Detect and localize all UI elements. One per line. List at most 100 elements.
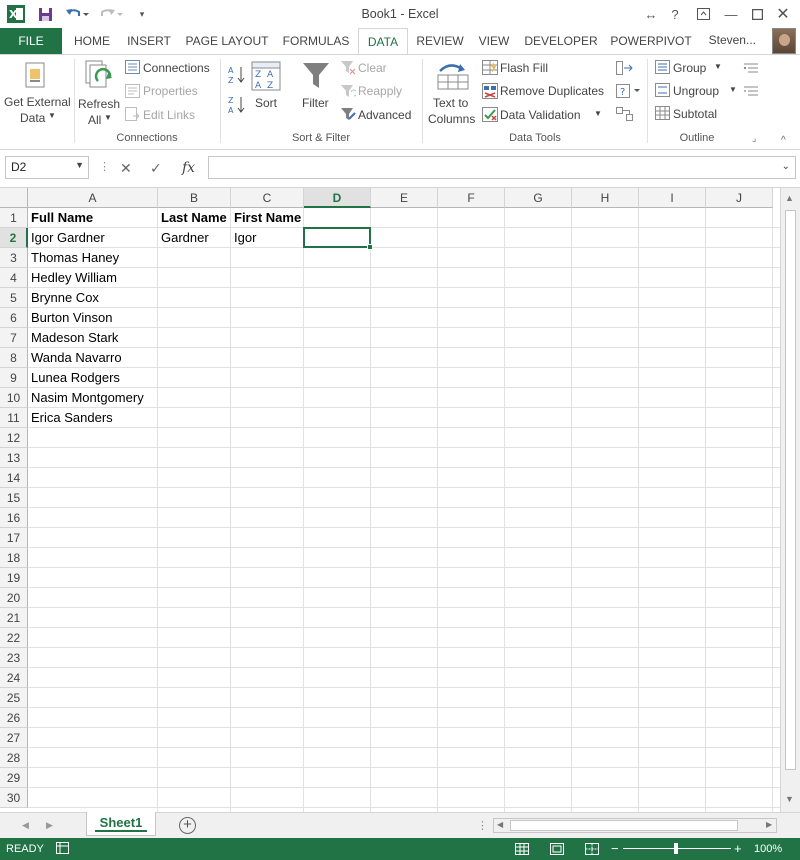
text-to-columns-label-2[interactable]: Columns [428, 112, 475, 126]
flash-fill-button[interactable]: Flash Fill [500, 61, 548, 75]
row-header-25[interactable]: 25 [0, 688, 28, 708]
user-name[interactable]: Steven... [709, 33, 756, 47]
advanced-filter-icon[interactable] [340, 107, 356, 125]
sort-dialog-icon[interactable]: ZAAZ [251, 61, 281, 94]
cancel-icon[interactable]: ✕ [120, 160, 132, 177]
zoom-level[interactable]: 100% [754, 843, 782, 855]
select-all-corner[interactable] [0, 188, 28, 208]
row-header-10[interactable]: 10 [0, 388, 28, 408]
cell-c2[interactable]: Igor [231, 228, 256, 248]
normal-view-icon[interactable] [515, 843, 529, 858]
row-header-7[interactable]: 7 [0, 328, 28, 348]
active-cell-border[interactable] [303, 227, 371, 248]
row-header-29[interactable]: 29 [0, 768, 28, 788]
cell-a4[interactable]: Hedley William [28, 268, 117, 288]
chevron-down-icon[interactable]: ▼ [75, 160, 84, 170]
column-header-b[interactable]: B [158, 188, 231, 208]
sort-a-z-icon[interactable]: AZ [228, 65, 246, 88]
cell-a10[interactable]: Nasim Montgomery [28, 388, 144, 408]
connections-button[interactable]: Connections [143, 61, 210, 75]
text-to-columns-icon[interactable] [436, 61, 470, 94]
row-header-18[interactable]: 18 [0, 548, 28, 568]
filter-button[interactable]: Filter [302, 96, 329, 110]
column-header-j[interactable]: J [706, 188, 773, 208]
row-header-19[interactable]: 19 [0, 568, 28, 588]
get-external-data-label-2[interactable]: Data [20, 111, 45, 125]
cell-a2[interactable]: Igor Gardner [28, 228, 105, 248]
zoom-slider-thumb[interactable] [674, 843, 678, 854]
column-header-e[interactable]: E [371, 188, 438, 208]
tab-data[interactable]: DATA [358, 28, 408, 55]
row-header-23[interactable]: 23 [0, 648, 28, 668]
next-sheet-icon[interactable]: ▶ [46, 820, 53, 831]
consolidate-icon[interactable] [616, 61, 633, 78]
advanced-button[interactable]: Advanced [358, 108, 411, 122]
subtotal-button[interactable]: Subtotal [673, 107, 717, 121]
ungroup-button[interactable]: Ungroup [673, 84, 719, 98]
chevron-down-icon[interactable]: ⌄ [782, 161, 790, 172]
data-validation-button[interactable]: Data Validation [500, 108, 581, 122]
scroll-right-icon[interactable]: ▶ [766, 820, 772, 829]
row-header-24[interactable]: 24 [0, 668, 28, 688]
tab-file[interactable]: FILE [0, 28, 62, 54]
what-if-analysis-icon[interactable]: ? [616, 84, 642, 101]
scroll-thumb[interactable] [785, 210, 796, 770]
row-header-20[interactable]: 20 [0, 588, 28, 608]
zoom-out-icon[interactable]: − [611, 841, 619, 856]
dialog-launcher-icon[interactable]: ⌟ [752, 133, 756, 144]
cell-a5[interactable]: Brynne Cox [28, 288, 99, 308]
row-header-12[interactable]: 12 [0, 428, 28, 448]
scroll-left-icon[interactable]: ◀ [497, 820, 503, 829]
prev-sheet-icon[interactable]: ◀ [22, 820, 29, 831]
cell-a8[interactable]: Wanda Navarro [28, 348, 122, 368]
scroll-down-icon[interactable]: ▼ [785, 794, 794, 804]
reapply-button[interactable]: Reapply [358, 84, 402, 98]
row-header-8[interactable]: 8 [0, 348, 28, 368]
refresh-all-label-2[interactable]: All [88, 113, 101, 127]
row-header-21[interactable]: 21 [0, 608, 28, 628]
sort-z-a-icon[interactable]: ZA [228, 95, 246, 118]
help-icon[interactable]: ? [664, 4, 686, 24]
show-detail-icon[interactable] [743, 61, 759, 78]
row-header-26[interactable]: 26 [0, 708, 28, 728]
cell-a3[interactable]: Thomas Haney [28, 248, 119, 268]
row-header-30[interactable]: 30 [0, 788, 28, 808]
row-header-28[interactable]: 28 [0, 748, 28, 768]
ribbon-display-options-icon[interactable] [692, 4, 714, 24]
minimize-icon[interactable]: — [720, 4, 742, 24]
tab-page-layout[interactable]: PAGE LAYOUT [180, 28, 274, 54]
refresh-all-label-1[interactable]: Refresh [78, 97, 120, 111]
row-header-15[interactable]: 15 [0, 488, 28, 508]
connections-icon[interactable] [125, 60, 140, 77]
filter-icon[interactable] [302, 61, 330, 94]
maximize-icon[interactable] [746, 4, 768, 24]
hide-detail-icon[interactable] [743, 84, 759, 101]
zoom-in-icon[interactable]: + [734, 841, 742, 856]
cell-b2[interactable]: Gardner [158, 228, 209, 248]
data-validation-icon[interactable] [482, 107, 498, 125]
get-external-data-icon[interactable] [24, 61, 48, 94]
row-header-16[interactable]: 16 [0, 508, 28, 528]
page-layout-view-icon[interactable] [550, 843, 564, 858]
row-header-3[interactable]: 3 [0, 248, 28, 268]
more-options-icon[interactable]: ⋮ [99, 160, 110, 173]
remove-duplicates-icon[interactable] [482, 83, 498, 102]
sheet-tab[interactable]: Sheet1 [86, 812, 156, 836]
row-header-14[interactable]: 14 [0, 468, 28, 488]
sort-button[interactable]: Sort [255, 96, 277, 110]
cell-a11[interactable]: Erica Sanders [28, 408, 113, 428]
cell-c1[interactable]: First Name [231, 208, 301, 228]
close-icon[interactable]: ✕ [772, 4, 794, 24]
row-header-17[interactable]: 17 [0, 528, 28, 548]
edit-links-button[interactable]: Edit Links [143, 108, 195, 122]
subtotal-icon[interactable] [655, 106, 670, 123]
row-header-1[interactable]: 1 [0, 208, 28, 228]
group-button[interactable]: Group [673, 61, 706, 75]
page-break-preview-icon[interactable] [585, 843, 599, 858]
properties-button[interactable]: Properties [143, 84, 198, 98]
row-header-13[interactable]: 13 [0, 448, 28, 468]
remove-duplicates-button[interactable]: Remove Duplicates [500, 84, 604, 98]
column-header-f[interactable]: F [438, 188, 505, 208]
more-options-icon[interactable]: ⋮ [477, 819, 488, 832]
macro-record-icon[interactable] [56, 842, 69, 857]
